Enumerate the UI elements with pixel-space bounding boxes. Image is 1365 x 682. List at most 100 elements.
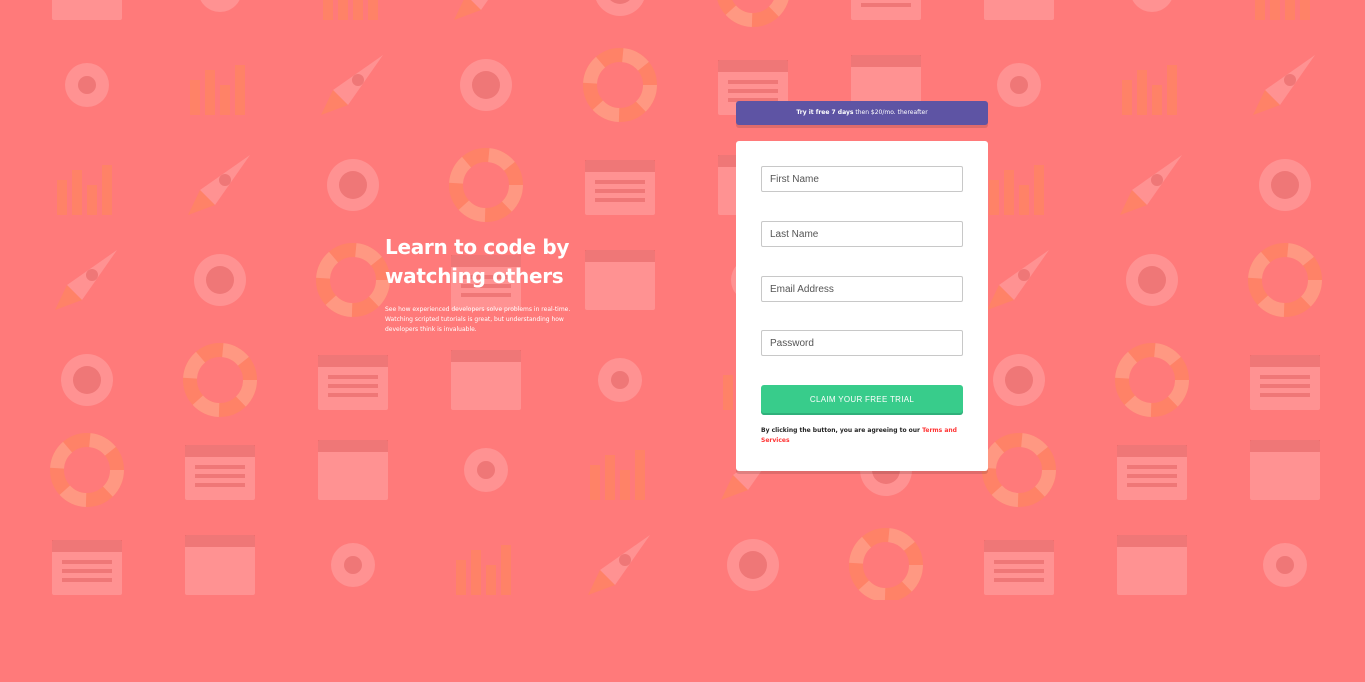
first-name-input[interactable] bbox=[761, 166, 963, 192]
claim-trial-button[interactable]: CLAIM YOUR FREE TRIAL bbox=[761, 385, 963, 413]
lifebuoy-stripe-icon bbox=[982, 433, 1056, 507]
chart-bar-icon bbox=[590, 465, 600, 500]
rocket-window-icon bbox=[1284, 74, 1296, 86]
window-bar-icon bbox=[451, 350, 521, 362]
lifebuoy-stripe-icon bbox=[849, 528, 923, 600]
password-input[interactable] bbox=[761, 330, 963, 356]
network-icon bbox=[200, 0, 240, 12]
gear-center-icon bbox=[206, 266, 234, 294]
window-bar-icon bbox=[585, 250, 655, 262]
calendar-row-icon bbox=[1260, 375, 1310, 379]
calendar-row-icon bbox=[595, 180, 645, 184]
chart-bar-icon bbox=[102, 165, 112, 215]
lifebuoy-stripe-icon bbox=[583, 48, 657, 122]
rocket-window-icon bbox=[619, 554, 631, 566]
last-name-input[interactable] bbox=[761, 221, 963, 247]
chart-bar-icon bbox=[1167, 65, 1177, 115]
calendar-row-icon bbox=[195, 483, 245, 487]
lifebuoy-stripe-icon bbox=[449, 148, 523, 222]
calendar-row-icon bbox=[62, 560, 112, 564]
calendar-row-icon bbox=[195, 474, 245, 478]
window-bar-icon bbox=[1117, 535, 1187, 547]
network-core-icon bbox=[1276, 556, 1294, 574]
chart-bar-icon bbox=[87, 185, 97, 215]
hero-section: Learn to code by watching others See how… bbox=[385, 233, 595, 335]
chart-bar-icon bbox=[368, 0, 378, 20]
calendar-header-icon bbox=[1250, 355, 1320, 367]
chart-bar-icon bbox=[471, 550, 481, 595]
hero-description: See how experienced developers solve pro… bbox=[385, 306, 571, 333]
calendar-header-icon bbox=[185, 445, 255, 457]
network-core-icon bbox=[78, 76, 96, 94]
calendar-header-icon bbox=[585, 160, 655, 172]
calendar-row-icon bbox=[328, 384, 378, 388]
gear-center-icon bbox=[73, 366, 101, 394]
gear-center-icon bbox=[1005, 366, 1033, 394]
chart-bar-icon bbox=[620, 470, 630, 500]
chart-bar-icon bbox=[323, 0, 333, 20]
calendar-row-icon bbox=[1127, 474, 1177, 478]
window-bar-icon bbox=[185, 535, 255, 547]
chart-bar-icon bbox=[1019, 185, 1029, 215]
chart-bar-icon bbox=[190, 80, 200, 115]
calendar-row-icon bbox=[1260, 393, 1310, 397]
calendar-row-icon bbox=[62, 569, 112, 573]
calendar-row-icon bbox=[861, 3, 911, 7]
chart-bar-icon bbox=[486, 565, 496, 595]
chart-bar-icon bbox=[1004, 170, 1014, 215]
calendar-row-icon bbox=[595, 189, 645, 193]
chart-bar-icon bbox=[1034, 165, 1044, 215]
terms-text: By clicking the button, you are agreeing… bbox=[761, 427, 923, 434]
chart-bar-icon bbox=[635, 450, 645, 500]
lifebuoy-stripe-icon bbox=[50, 433, 124, 507]
trial-banner-text: then $20/mo. thereafter bbox=[853, 109, 928, 116]
email-input[interactable] bbox=[761, 276, 963, 302]
chart-bar-icon bbox=[72, 170, 82, 215]
calendar-row-icon bbox=[728, 80, 778, 84]
chart-bar-icon bbox=[1285, 0, 1295, 20]
rocket-window-icon bbox=[352, 74, 364, 86]
chart-bar-icon bbox=[1300, 0, 1310, 20]
window-bar-icon bbox=[318, 440, 388, 452]
chart-bar-icon bbox=[1137, 70, 1147, 115]
trial-banner: Try it free 7 days then $20/mo. thereaft… bbox=[736, 101, 988, 125]
calendar-header-icon bbox=[318, 355, 388, 367]
calendar-row-icon bbox=[728, 89, 778, 93]
chart-bar-icon bbox=[723, 375, 733, 410]
chart-bar-icon bbox=[353, 0, 363, 20]
calendar-row-icon bbox=[994, 569, 1044, 573]
gear-center-icon bbox=[1138, 266, 1166, 294]
calendar-row-icon bbox=[1260, 384, 1310, 388]
chart-bar-icon bbox=[501, 545, 511, 595]
calendar-header-icon bbox=[1117, 445, 1187, 457]
chart-bar-icon bbox=[235, 65, 245, 115]
icon-pattern-svg bbox=[50, 0, 1322, 600]
chart-bar-icon bbox=[338, 0, 348, 20]
calendar-row-icon bbox=[62, 578, 112, 582]
lifebuoy-stripe-icon bbox=[316, 243, 390, 317]
hero-title: Learn to code by watching others bbox=[385, 235, 570, 288]
network-core-icon bbox=[1010, 76, 1028, 94]
calendar-row-icon bbox=[1127, 483, 1177, 487]
calendar-row-icon bbox=[1127, 465, 1177, 469]
chart-bar-icon bbox=[989, 180, 999, 215]
calendar-row-icon bbox=[328, 375, 378, 379]
chart-bar-icon bbox=[1122, 80, 1132, 115]
chart-bar-icon bbox=[605, 455, 615, 500]
calendar-header-icon bbox=[52, 540, 122, 552]
terms-notice: By clicking the button, you are agreeing… bbox=[761, 426, 963, 446]
chart-bar-icon bbox=[205, 70, 215, 115]
rocket-window-icon bbox=[1018, 269, 1030, 281]
gear-center-icon bbox=[472, 71, 500, 99]
chart-bar-icon bbox=[220, 85, 230, 115]
chart-bar-icon bbox=[456, 560, 466, 595]
calendar-row-icon bbox=[328, 393, 378, 397]
chart-bar-icon bbox=[1152, 85, 1162, 115]
chart-bar-icon bbox=[1270, 0, 1280, 20]
signup-form: CLAIM YOUR FREE TRIAL By clicking the bu… bbox=[736, 141, 988, 471]
network-core-icon bbox=[477, 461, 495, 479]
calendar-row-icon bbox=[195, 465, 245, 469]
background-pattern bbox=[0, 0, 1365, 600]
window-bar-icon bbox=[851, 55, 921, 67]
gear-center-icon bbox=[339, 171, 367, 199]
